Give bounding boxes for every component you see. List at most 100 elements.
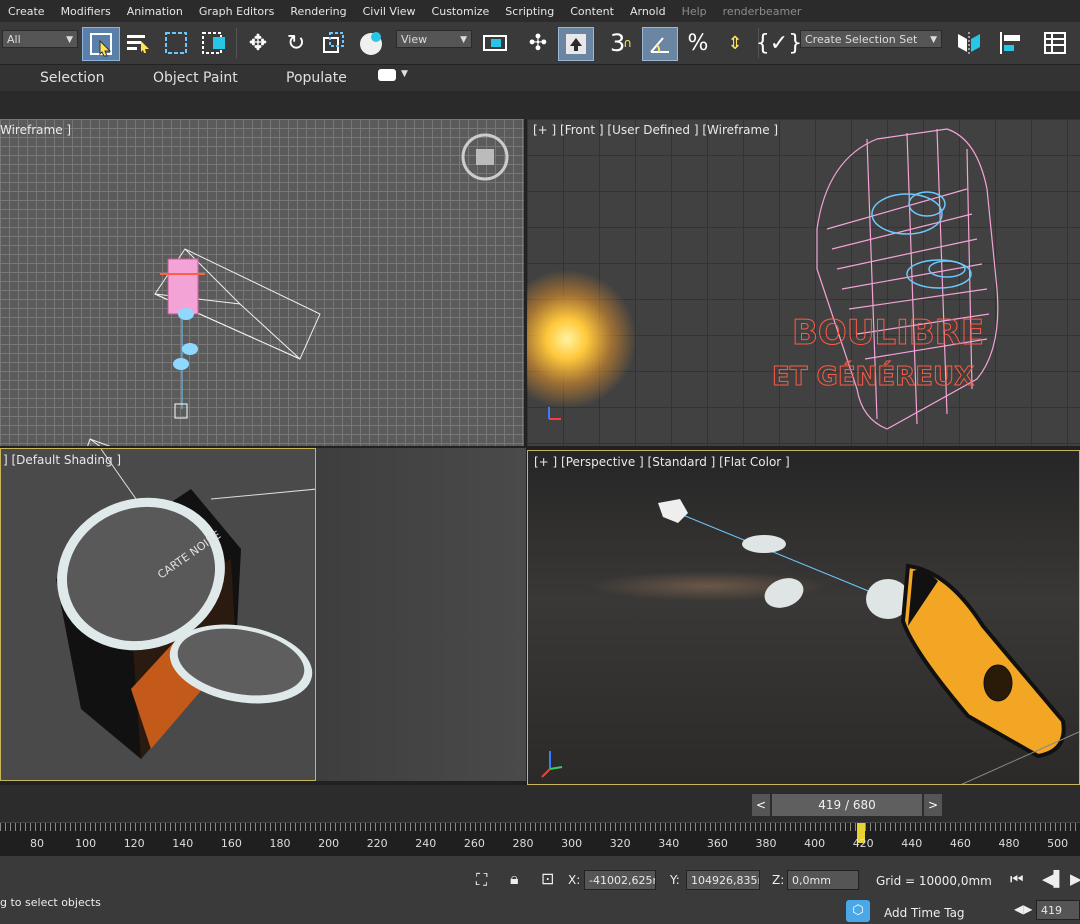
x-coord-field[interactable]: -41002,625m xyxy=(584,870,656,890)
timeline-tick-label: 280 xyxy=(512,837,534,850)
time-slider-frame-display[interactable]: 419 / 680 xyxy=(772,794,922,816)
brand-text-line1: BOULIBRE xyxy=(792,313,984,353)
z-coord-field[interactable]: 0,0mm xyxy=(787,870,859,890)
percent-snap-button[interactable]: % xyxy=(682,27,714,59)
pivot-center-button[interactable] xyxy=(478,27,512,59)
table-list-icon xyxy=(1044,32,1066,54)
add-time-tag-button[interactable]: Add Time Tag xyxy=(884,906,965,920)
viewport-front[interactable]: BOULIBRE ET GÉNÉREUX [+ ] [Front ] [User… xyxy=(526,119,1080,446)
manipulate-icon: ✣ xyxy=(528,30,548,56)
menu-modifiers[interactable]: Modifiers xyxy=(53,5,119,18)
menu-renderbeamer[interactable]: renderbeamer xyxy=(715,5,810,18)
move-button[interactable]: ✥ xyxy=(242,27,274,59)
rotate-icon: ↻ xyxy=(286,30,306,56)
viewport-label[interactable]: ] [Default Shading ] xyxy=(3,453,121,467)
next-frame-button[interactable]: > xyxy=(924,794,942,816)
go-to-start-icon[interactable]: ⏮ xyxy=(1010,870,1024,888)
timeline-tick-label: 80 xyxy=(30,837,44,850)
timeline-tick-label: 340 xyxy=(658,837,680,850)
axis-gizmo-icon xyxy=(541,751,563,778)
mirror-icon xyxy=(958,32,980,54)
curly-braces-icon: {✓} xyxy=(755,30,803,56)
keyboard-override-icon xyxy=(566,34,586,54)
rotate-button[interactable]: ↻ xyxy=(280,27,312,59)
reference-coord-value: View xyxy=(401,33,428,46)
ribbon-options-icon[interactable] xyxy=(378,69,396,81)
mirror-button[interactable] xyxy=(952,27,986,59)
menu-content[interactable]: Content xyxy=(562,5,622,18)
angle-snap-button[interactable] xyxy=(642,27,678,61)
menu-customize[interactable]: Customize xyxy=(424,5,498,18)
named-selection-placeholder: Create Selection Set xyxy=(805,33,918,46)
timeline-tick-label: 420 xyxy=(852,837,874,850)
list-select-icon xyxy=(127,35,149,53)
timeline-tick-label: 160 xyxy=(220,837,242,850)
timeline-tick-label: 240 xyxy=(415,837,437,850)
menu-help[interactable]: Help xyxy=(674,5,715,18)
menu-scripting[interactable]: Scripting xyxy=(497,5,562,18)
spinner-snap-button[interactable]: ⇕ xyxy=(718,27,752,59)
absolute-mode-icon[interactable]: ⊡ xyxy=(541,869,554,888)
y-coord-label: Y: xyxy=(670,873,680,887)
chevron-down-icon: ▼ xyxy=(930,35,937,45)
axis-gizmo-icon xyxy=(548,407,561,420)
menu-create[interactable]: Create xyxy=(0,5,53,18)
align-button[interactable] xyxy=(994,27,1028,59)
viewport-label[interactable]: [+ ] [Front ] [User Defined ] [Wireframe… xyxy=(533,123,778,137)
scene-explorer-button[interactable] xyxy=(1038,27,1072,59)
placement-button[interactable] xyxy=(354,27,388,59)
shaded-coffee-pod-scene: CARTE NOIRE xyxy=(56,449,315,759)
align-icon xyxy=(1000,32,1020,54)
key-nav-arrows-icon[interactable]: ◀▶ xyxy=(1014,902,1032,916)
menu-arnold[interactable]: Arnold xyxy=(622,5,674,18)
scale-button[interactable] xyxy=(316,27,350,59)
timeline-tick-label: 300 xyxy=(561,837,583,850)
previous-key-icon[interactable]: ◀▌ xyxy=(1042,870,1065,888)
timeline-tick-label: 460 xyxy=(949,837,971,850)
reference-coord-dropdown[interactable]: View ▼ xyxy=(396,30,472,48)
select-and-manipulate-button[interactable]: ✣ xyxy=(522,27,554,59)
time-slider[interactable]: < 419 / 680 > xyxy=(752,794,942,816)
ribbon-bar: Selection Object Paint Populate ▼ xyxy=(0,65,1080,91)
previous-frame-button[interactable]: < xyxy=(752,794,770,816)
pivot-icon xyxy=(483,35,507,51)
time-tag-cube-icon[interactable]: ⬡ xyxy=(846,900,870,922)
magnet-icon: ∩ xyxy=(623,36,633,50)
timeline-tick-label: 400 xyxy=(804,837,826,850)
snap-toggle-button[interactable]: 3 ∩ xyxy=(604,27,638,59)
select-by-name-button[interactable] xyxy=(122,27,154,59)
z-coord-label: Z: xyxy=(772,873,785,887)
edit-named-selection-button[interactable]: {✓} xyxy=(756,27,802,59)
viewport-label[interactable]: Wireframe ] xyxy=(0,123,71,137)
menu-civil-view[interactable]: Civil View xyxy=(355,5,424,18)
timeline-tick-label: 440 xyxy=(901,837,923,850)
y-coord-field[interactable]: 104926,835m xyxy=(686,870,760,890)
keyboard-shortcut-toggle[interactable] xyxy=(558,27,594,61)
chevron-down-icon: ▼ xyxy=(460,35,467,45)
dashed-rectangle-icon xyxy=(165,32,187,54)
viewport-perspective[interactable]: [+ ] [Perspective ] [Standard ] [Flat Co… xyxy=(527,450,1080,785)
selection-filter-dropdown[interactable]: All ▼ xyxy=(2,30,78,48)
ribbon-tab-selection[interactable]: Selection xyxy=(40,70,105,86)
chevron-down-icon[interactable]: ▼ xyxy=(401,69,408,79)
viewport-top-left[interactable]: Wireframe ] xyxy=(0,119,524,446)
isolate-selection-icon[interactable]: ⛶ xyxy=(476,870,487,890)
viewport-shaded[interactable]: CARTE NOIRE ] [Default Shading ] xyxy=(0,448,316,781)
select-object-button[interactable] xyxy=(82,27,120,61)
current-frame-field[interactable]: 419 xyxy=(1036,900,1080,920)
menu-rendering[interactable]: Rendering xyxy=(282,5,354,18)
menu-animation[interactable]: Animation xyxy=(119,5,191,18)
selection-filter-value: All xyxy=(7,33,21,46)
named-selection-set-dropdown[interactable]: Create Selection Set ▼ xyxy=(800,30,942,48)
timeline-ruler[interactable]: 80 100 120 140 160 180 200 220 240 260 280 300 320 34… xyxy=(0,822,1080,857)
viewport-gap xyxy=(0,91,1080,119)
menu-graph-editors[interactable]: Graph Editors xyxy=(191,5,283,18)
rectangular-selection-button[interactable] xyxy=(160,27,192,59)
lock-icon[interactable]: 🔒︎ xyxy=(510,869,519,889)
play-icon[interactable]: ▶ xyxy=(1070,870,1080,888)
viewport-label[interactable]: [+ ] [Perspective ] [Standard ] [Flat Co… xyxy=(534,455,790,469)
ribbon-tab-object-paint[interactable]: Object Paint xyxy=(153,70,238,86)
window-crossing-button[interactable] xyxy=(198,27,232,59)
ribbon-tab-populate[interactable]: Populate xyxy=(286,70,347,86)
main-toolbar: All ▼ ✥ ↻ View ▼ ✣ 3 ∩ % ⇕ {✓} Create Se… xyxy=(0,22,1080,65)
